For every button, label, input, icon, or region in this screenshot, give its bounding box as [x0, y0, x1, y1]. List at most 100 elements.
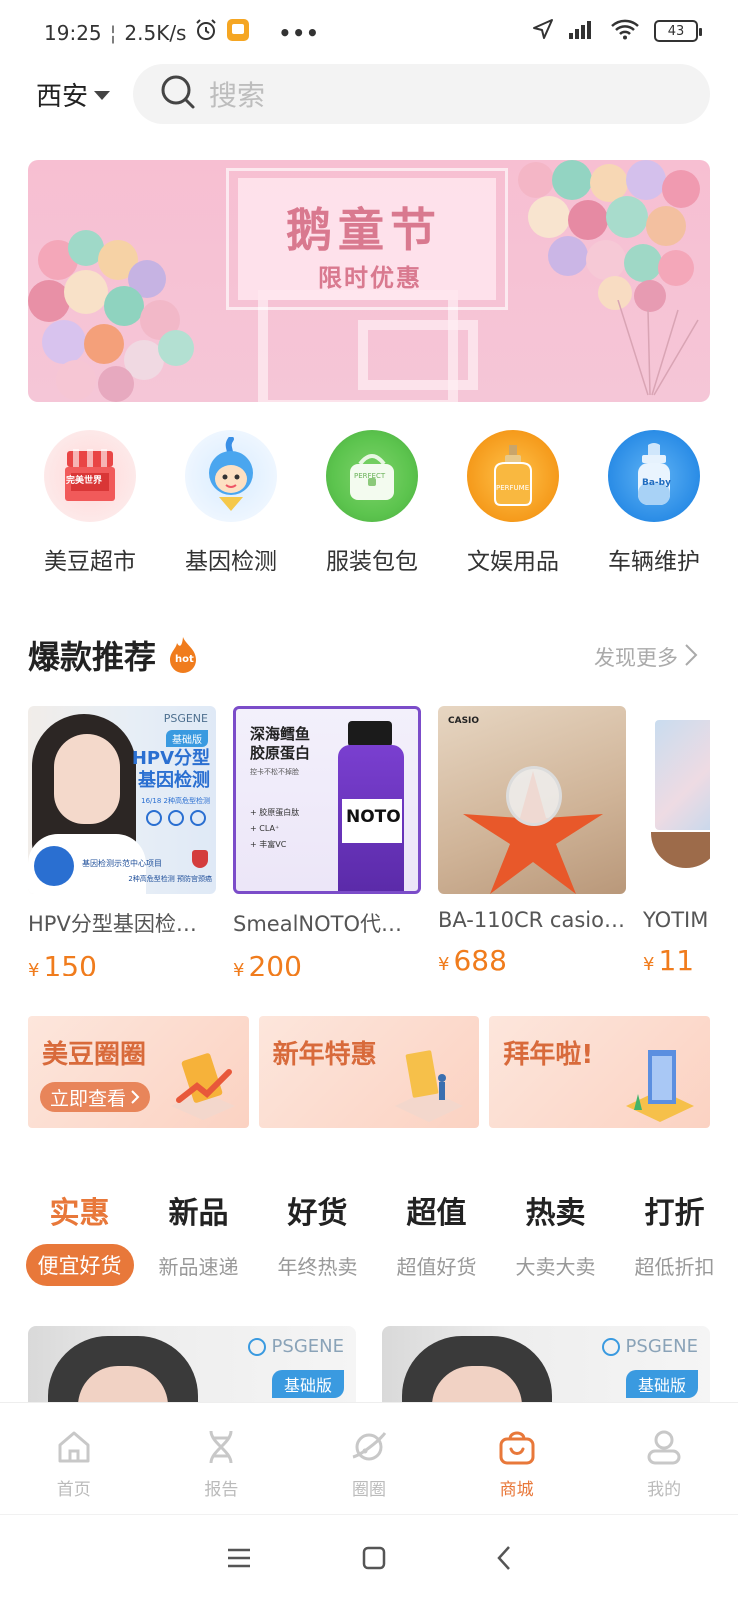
promo-card-new-year-sale[interactable]: 新年特惠 — [258, 1016, 480, 1128]
product-name: HPV分型基因检… — [28, 912, 197, 936]
category-tabs: 实惠 便宜好货 新品 新品速递 好货 年终热卖 超值 超值好货 热卖 大卖大卖 … — [20, 1188, 738, 1286]
tab-title: 好货 — [287, 1196, 348, 1231]
category-vehicle-care[interactable]: Ba-by 车辆维护 — [586, 430, 722, 576]
product-box — [655, 720, 710, 830]
price-value: 688 — [453, 944, 507, 976]
banner-decor-box — [358, 320, 478, 390]
view-now-button[interactable]: 立即查看 — [40, 1082, 151, 1112]
tab-subtitle: 年终热卖 — [277, 1254, 358, 1279]
tab-subtitle: 超值好货 — [396, 1254, 477, 1279]
handbag-icon-text: PERFECT — [354, 472, 386, 480]
nav-label: 商城 — [499, 1480, 534, 1500]
home-square-icon[interactable] — [362, 1546, 386, 1570]
tab-value[interactable]: 超值 超值好货 — [377, 1188, 496, 1286]
feed-product-card[interactable]: PSGENE 基础版 — [28, 1326, 356, 1402]
feed-brand: PSGENE — [247, 1336, 344, 1357]
signal-icon — [568, 18, 596, 44]
discover-more-label: 发现更多 — [594, 646, 678, 670]
nav-label: 圈圈 — [351, 1480, 386, 1500]
section-title-text: 爆款推荐 — [28, 638, 157, 676]
status-divider: ¦ — [109, 20, 117, 45]
tab-title: 超值 — [406, 1196, 467, 1231]
supermarket-icon: 完美世界 — [44, 430, 136, 522]
perfume-icon: PERFUME — [467, 430, 559, 522]
category-label: 车辆维护 — [608, 549, 700, 575]
product-image: 深海鳕鱼 胶原蛋白 控卡不松不掉脸 + 胶原蛋白肽 + CLA⁺ + 丰富VC … — [233, 706, 421, 894]
nav-report[interactable]: 报告 — [148, 1403, 296, 1514]
tab-discount[interactable]: 打折 超低折扣 — [615, 1188, 734, 1286]
promo-banner[interactable]: 鹅童节 限时优惠 — [28, 160, 710, 402]
tab-hot[interactable]: 热卖 大卖大卖 — [496, 1188, 615, 1286]
chevron-right-icon — [684, 643, 698, 672]
feed-tag: 基础版 — [625, 1370, 698, 1398]
caret-down-icon — [94, 90, 111, 100]
feed-brand-text: PSGENE — [271, 1336, 344, 1357]
balloon-strings — [617, 300, 699, 396]
city-selector[interactable]: 西安 — [36, 76, 111, 112]
system-nav-bar — [0, 1514, 738, 1600]
product-price: ¥150 — [28, 950, 216, 976]
category-entertainment[interactable]: PERFUME 文娱用品 — [445, 430, 581, 576]
product-bullets: + 胶原蛋白肽 + CLA⁺ + 丰富VC — [250, 805, 299, 853]
feed-brand-text: PSGENE — [625, 1336, 698, 1357]
tab-subtitle: 大卖大卖 — [515, 1254, 596, 1279]
discover-more-link[interactable]: 发现更多 — [594, 642, 698, 672]
banner-title: 鹅童节 — [286, 203, 442, 257]
promo-card-greeting[interactable]: 拜年啦! — [489, 1016, 711, 1128]
chevron-right-icon — [131, 1090, 140, 1104]
presentation-board-icon — [395, 1050, 464, 1122]
nav-circle[interactable]: 圈圈 — [295, 1403, 443, 1514]
product-brand-text: PSGENE — [163, 712, 208, 725]
tab-title: 打折 — [644, 1196, 705, 1231]
bottle-brand: NOTO — [346, 807, 401, 827]
product-card[interactable]: CASIO BA-110CR casio… ¥688 — [438, 706, 626, 976]
product-card[interactable]: PSGENE 基础版 HPV分型 基因检测 16/18 2种高危型检测 基因检测… — [28, 706, 216, 976]
currency-symbol: ¥ — [643, 954, 655, 975]
feed-tag: 基础版 — [271, 1370, 344, 1398]
product-price: ¥11 — [643, 944, 710, 976]
product-headline: HPV分型 基因检测 — [131, 748, 210, 791]
perfume-icon-text: PERFUME — [496, 484, 530, 492]
bottom-nav: 首页 报告 圈圈 商城 我的 — [0, 1402, 738, 1514]
planet-icon — [352, 1432, 387, 1461]
nav-profile[interactable]: 我的 — [590, 1403, 738, 1514]
menu-icon[interactable] — [226, 1547, 252, 1569]
product-card[interactable]: 深海鳕鱼 胶原蛋白 控卡不松不掉脸 + 胶原蛋白肽 + CLA⁺ + 丰富VC … — [233, 706, 421, 976]
category-label: 服装包包 — [326, 549, 418, 575]
tab-title: 新品 — [168, 1196, 229, 1231]
tab-good[interactable]: 好货 年终热卖 — [258, 1188, 377, 1286]
search-bar[interactable]: 搜索 — [133, 64, 710, 124]
product-price: ¥200 — [233, 950, 421, 976]
nav-mall[interactable]: 商城 — [443, 1403, 591, 1514]
price-value: 200 — [248, 950, 302, 976]
city-label: 西安 — [36, 81, 89, 112]
battery-icon: 43 — [654, 20, 702, 42]
tab-subtitle: 便宜好货 — [25, 1244, 134, 1286]
category-label: 美豆超市 — [44, 549, 136, 575]
status-time: 19:25 — [44, 20, 102, 45]
dna-icon — [209, 1430, 233, 1464]
baby-bottle-icon-text: Ba-by — [642, 478, 671, 488]
category-supermarket[interactable]: 完美世界 美豆超市 — [22, 430, 158, 576]
product-name: SmealNOTO代餐… — [233, 912, 421, 936]
feed-product-card[interactable]: PSGENE 基础版 — [382, 1326, 710, 1402]
tab-affordable[interactable]: 实惠 便宜好货 — [20, 1188, 139, 1286]
tab-title: 实惠 — [49, 1196, 110, 1231]
tab-subtitle: 超低折扣 — [634, 1254, 715, 1279]
category-apparel[interactable]: PERFECT 服装包包 — [304, 430, 440, 576]
product-name: BA-110CR casio… — [438, 908, 625, 932]
hot-flame-icon: hot — [168, 637, 198, 673]
psgene-logo-icon — [601, 1337, 620, 1356]
baby-bottle-icon: Ba-by — [608, 430, 700, 522]
status-right: 43 — [532, 18, 702, 44]
hot-badge-text: hot — [175, 654, 194, 665]
view-now-label: 立即查看 — [50, 1087, 127, 1110]
nav-home[interactable]: 首页 — [0, 1403, 148, 1514]
category-gene-test[interactable]: 基因检测 — [163, 430, 299, 576]
back-icon[interactable] — [496, 1545, 512, 1571]
category-row: 完美世界 美豆超市 基因检测 PERFECT 服装包包 PERFUME 文娱用品… — [22, 430, 722, 576]
product-card[interactable]: YOTIM ¥11 — [643, 706, 710, 976]
tab-new[interactable]: 新品 新品速递 — [139, 1188, 258, 1286]
promo-card-meidou-circle[interactable]: 美豆圈圈 立即查看 — [28, 1016, 249, 1128]
category-label: 基因检测 — [185, 549, 277, 575]
